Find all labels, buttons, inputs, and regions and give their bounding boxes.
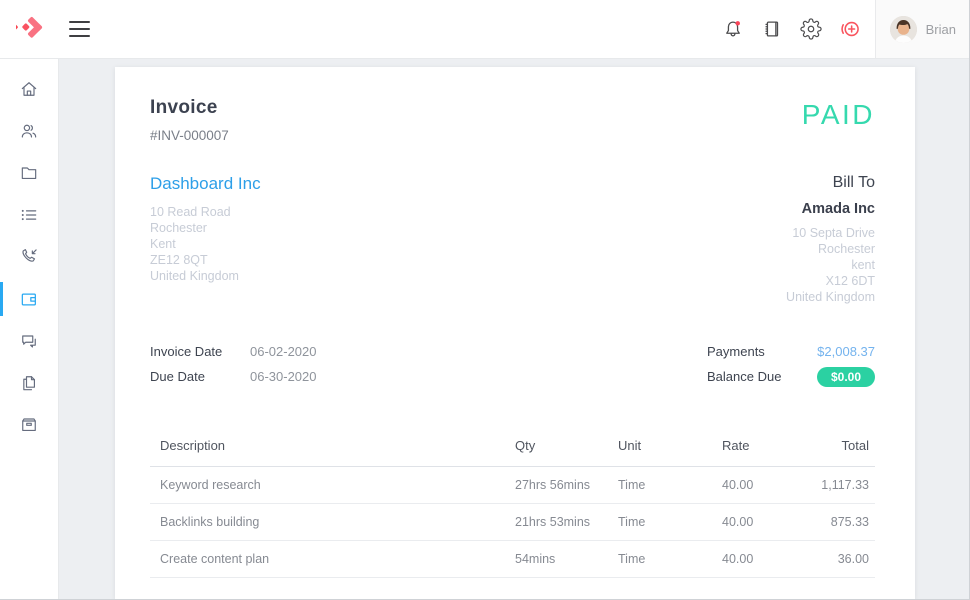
- payments-label: Payments: [707, 344, 765, 359]
- quick-add-timer-icon[interactable]: [838, 17, 862, 41]
- topbar-actions: [721, 17, 875, 41]
- invoice-date-value: 06-02-2020: [250, 344, 317, 359]
- sidebar-item-tasks[interactable]: [0, 194, 58, 236]
- archive-box-icon: [19, 415, 39, 435]
- from-company-link[interactable]: Dashboard Inc: [150, 174, 261, 194]
- totals-block: Payments $2,008.37 Balance Due $0.00: [707, 339, 875, 389]
- line-items-table: DescriptionQtyUnitRateTotal Keyword rese…: [150, 429, 875, 578]
- sidebar-item-messages[interactable]: [0, 320, 58, 362]
- brand-logo-icon: [16, 16, 43, 43]
- users-icon: [19, 121, 39, 141]
- table-cell: 54mins: [515, 541, 618, 578]
- sidebar-nav: [0, 59, 59, 600]
- table-cell: 1,117.33: [800, 467, 875, 504]
- invoice-number: #INV-000007: [150, 128, 229, 143]
- bell-icon[interactable]: [721, 17, 745, 41]
- sidebar-item-archive[interactable]: [0, 404, 58, 446]
- from-block: Dashboard Inc 10 Read RoadRochesterKentZ…: [150, 174, 261, 305]
- address-line: kent: [786, 257, 875, 273]
- main-content: Invoice #INV-000007 PAID Dashboard Inc 1…: [60, 59, 970, 600]
- notebook-icon[interactable]: [760, 17, 784, 41]
- wallet-icon: [19, 289, 39, 309]
- table-cell: 875.33: [800, 504, 875, 541]
- table-row: Keyword research27hrs 56minsTime40.001,1…: [150, 467, 875, 504]
- items-table-body: Keyword research27hrs 56minsTime40.001,1…: [150, 467, 875, 578]
- payments-value: $2,008.37: [817, 344, 875, 359]
- sidebar-item-home[interactable]: [0, 68, 58, 110]
- address-line: Rochester: [150, 220, 261, 236]
- table-cell: Keyword research: [150, 467, 515, 504]
- address-line: X12 6DT: [786, 273, 875, 289]
- column-header: Total: [800, 429, 875, 467]
- table-row: Create content plan54minsTime40.0036.00: [150, 541, 875, 578]
- billto-label: Bill To: [786, 174, 875, 192]
- table-cell: 27hrs 56mins: [515, 467, 618, 504]
- sidebar-item-contacts[interactable]: [0, 110, 58, 152]
- sidebar-item-projects[interactable]: [0, 152, 58, 194]
- table-cell: 40.00: [722, 504, 800, 541]
- address-line: United Kingdom: [150, 268, 261, 284]
- user-menu[interactable]: Brian: [875, 0, 970, 58]
- pages-icon: [19, 373, 39, 393]
- table-row: Backlinks building21hrs 53minsTime40.008…: [150, 504, 875, 541]
- chat-icon: [19, 331, 39, 351]
- invoice-date-label: Invoice Date: [150, 344, 250, 359]
- folder-icon: [19, 163, 39, 183]
- column-header: Description: [150, 429, 515, 467]
- address-line: United Kingdom: [786, 289, 875, 305]
- billto-block: Bill To Amada Inc 10 Septa DriveRocheste…: [786, 174, 875, 305]
- sidebar-item-documents[interactable]: [0, 362, 58, 404]
- address-line: ZE12 8QT: [150, 252, 261, 268]
- menu-toggle-button[interactable]: [69, 14, 99, 44]
- app-logo[interactable]: [0, 0, 59, 58]
- address-line: 10 Septa Drive: [786, 225, 875, 241]
- table-cell: Time: [618, 467, 722, 504]
- due-date-label: Due Date: [150, 369, 250, 384]
- address-line: Kent: [150, 236, 261, 252]
- balance-due-label: Balance Due: [707, 369, 781, 384]
- list-icon: [19, 205, 39, 225]
- from-address: 10 Read RoadRochesterKentZE12 8QTUnited …: [150, 204, 261, 284]
- user-name: Brian: [926, 22, 956, 37]
- avatar: [890, 16, 917, 43]
- column-header: Qty: [515, 429, 618, 467]
- table-cell: Time: [618, 541, 722, 578]
- page-title: Invoice: [150, 97, 229, 119]
- topbar: Brian: [0, 0, 970, 59]
- balance-due-badge: $0.00: [817, 367, 875, 387]
- home-icon: [19, 79, 39, 99]
- table-cell: 36.00: [800, 541, 875, 578]
- billto-address: 10 Septa DriveRochesterkentX12 6DTUnited…: [786, 225, 875, 305]
- sidebar-item-invoices[interactable]: [0, 278, 58, 320]
- table-cell: 40.00: [722, 467, 800, 504]
- sidebar-item-calls[interactable]: [0, 236, 58, 278]
- gear-icon[interactable]: [799, 17, 823, 41]
- column-header: Unit: [618, 429, 722, 467]
- due-date-value: 06-30-2020: [250, 369, 317, 384]
- status-badge: PAID: [802, 101, 875, 129]
- items-table-head-row: DescriptionQtyUnitRateTotal: [150, 429, 875, 467]
- phone-incoming-icon: [19, 247, 39, 267]
- column-header: Rate: [722, 429, 800, 467]
- address-line: Rochester: [786, 241, 875, 257]
- table-cell: Time: [618, 504, 722, 541]
- address-line: 10 Read Road: [150, 204, 261, 220]
- dates-block: Invoice Date 06-02-2020 Due Date 06-30-2…: [150, 339, 317, 389]
- table-cell: Create content plan: [150, 541, 515, 578]
- invoice-card: Invoice #INV-000007 PAID Dashboard Inc 1…: [115, 67, 915, 599]
- table-cell: 21hrs 53mins: [515, 504, 618, 541]
- billto-company: Amada Inc: [786, 201, 875, 217]
- table-cell: 40.00: [722, 541, 800, 578]
- table-cell: Backlinks building: [150, 504, 515, 541]
